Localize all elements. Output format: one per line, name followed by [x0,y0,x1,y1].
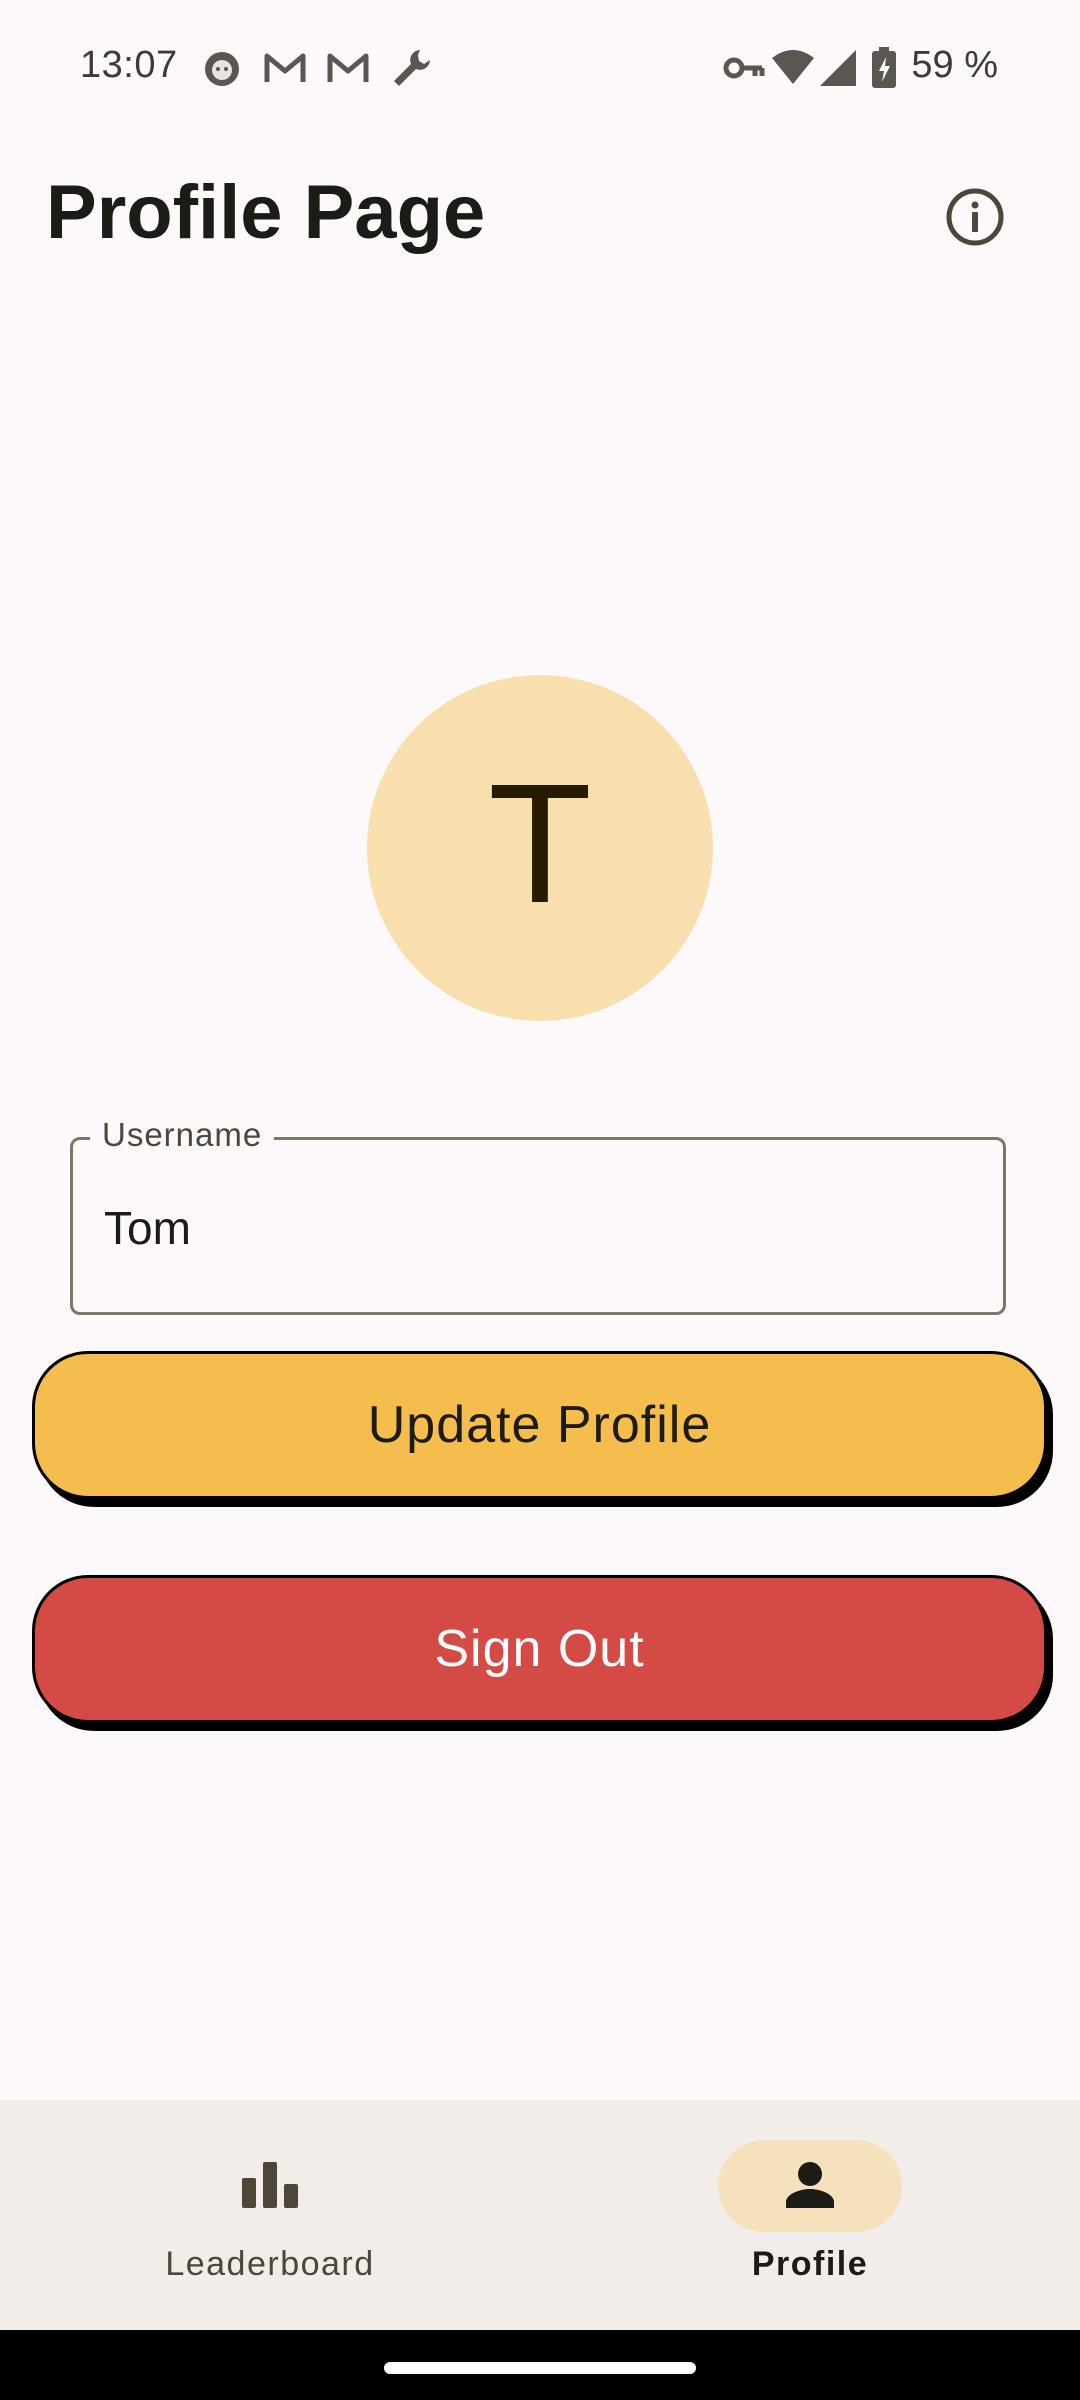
leaderboard-icon [242,2162,298,2208]
battery-charging-icon [870,46,898,90]
sign-out-button[interactable]: Sign Out [32,1575,1047,1723]
gesture-navigation-area [0,2330,1080,2400]
info-button[interactable] [940,182,1010,252]
home-gesture-handle[interactable] [384,2362,696,2374]
username-input[interactable] [104,1195,984,1261]
bottom-navigation: Leaderboard Profile [0,2100,1080,2330]
nav-label-leaderboard: Leaderboard [165,2245,375,2283]
person-icon [786,2162,834,2208]
gmail-icon [326,46,370,90]
battery-percentage: 59 % [911,44,998,86]
gmail-icon [263,46,307,90]
username-label: Username [90,1116,275,1154]
avatar: T [367,675,713,1021]
vpn-key-icon [722,46,766,90]
status-bar: 13:07 59 % [0,0,1080,136]
avatar-initial: T [488,749,592,939]
wifi-icon [770,46,814,90]
status-time: 13:07 [80,44,178,86]
nav-item-leaderboard[interactable]: Leaderboard [0,2100,540,2330]
cat-face-icon [200,46,244,90]
cellular-signal-icon [818,46,862,90]
nav-item-profile[interactable]: Profile [540,2100,1080,2330]
wrench-icon [390,46,434,90]
update-profile-button[interactable]: Update Profile [32,1351,1047,1499]
page-title: Profile Page [46,170,486,255]
info-icon [946,188,1004,246]
nav-label-profile: Profile [751,2245,869,2283]
